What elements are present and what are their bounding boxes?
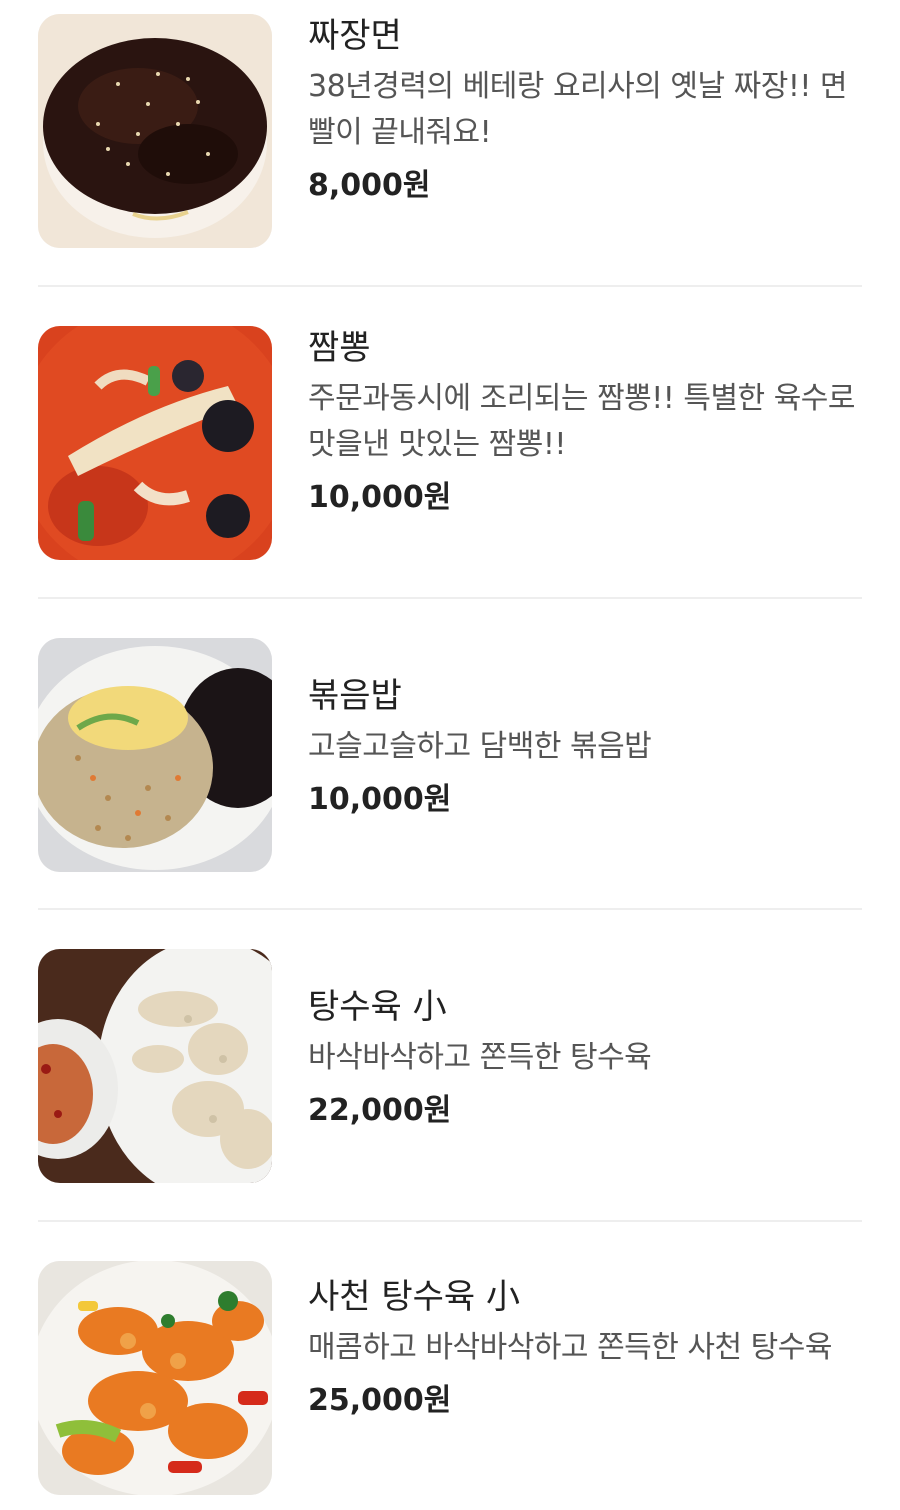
menu-info: 짬뽕 주문과동시에 조리되는 짬뽕!! 특별한 육수로 맛을낸 맛있는 짬뽕!!… (308, 326, 864, 518)
menu-info: 짜장면 38년경력의 베테랑 요리사의 옛날 짜장!! 면빨이 끝내줘요! 8,… (308, 14, 864, 206)
sichuan-tangsuyuk-photo (38, 1261, 272, 1495)
jjajangmyeon-photo (38, 14, 272, 248)
menu-info: 탕수육 小 바삭바삭하고 쫀득한 탕수육 22,000원 (308, 949, 864, 1131)
fried-rice-photo (38, 638, 272, 872)
menu-name: 짬뽕 (308, 328, 371, 368)
menu-item-sichuan-tangsuyuk[interactable]: 사천 탕수육 小 매콤하고 바삭바삭하고 쫀득한 사천 탕수육 25,000원 (38, 1261, 862, 1496)
divider (38, 597, 862, 599)
menu-item-tangsuyuk[interactable]: 탕수육 小 바삭바삭하고 쫀득한 탕수육 22,000원 (38, 949, 862, 1184)
menu-description: 고슬고슬하고 담백한 볶음밥 (308, 729, 652, 764)
menu-description: 매콤하고 바삭바삭하고 쫀득한 사천 탕수육 (308, 1330, 832, 1365)
menu-item-jjajangmyeon[interactable]: 짜장면 38년경력의 베테랑 요리사의 옛날 짜장!! 면빨이 끝내줘요! 8,… (38, 14, 862, 249)
menu-item-jjamppong[interactable]: 짬뽕 주문과동시에 조리되는 짬뽕!! 특별한 육수로 맛을낸 맛있는 짬뽕!!… (38, 326, 862, 561)
menu-name: 볶음밥 (308, 676, 402, 716)
divider (38, 1220, 862, 1222)
divider (38, 285, 862, 287)
menu-price: 10,000원 (308, 480, 452, 515)
divider (38, 908, 862, 910)
menu-price: 22,000원 (308, 1093, 452, 1128)
menu-name: 사천 탕수육 小 (308, 1277, 521, 1317)
jjamppong-photo (38, 326, 272, 560)
menu-name: 짜장면 (308, 16, 402, 56)
menu-item-fried-rice[interactable]: 볶음밥 고슬고슬하고 담백한 볶음밥 10,000원 (38, 638, 862, 873)
menu-price: 10,000원 (308, 782, 452, 817)
menu-info: 볶음밥 고슬고슬하고 담백한 볶음밥 10,000원 (308, 638, 864, 820)
menu-list: 짜장면 38년경력의 베테랑 요리사의 옛날 짜장!! 면빨이 끝내줘요! 8,… (0, 0, 900, 1510)
tangsuyuk-photo (38, 949, 272, 1183)
menu-description: 38년경력의 베테랑 요리사의 옛날 짜장!! 면빨이 끝내줘요! (308, 69, 848, 150)
menu-description: 바삭바삭하고 쫀득한 탕수육 (308, 1040, 652, 1075)
menu-name: 탕수육 小 (308, 987, 447, 1027)
menu-description: 주문과동시에 조리되는 짬뽕!! 특별한 육수로 맛을낸 맛있는 짬뽕!! (308, 381, 856, 462)
menu-price: 25,000원 (308, 1383, 452, 1418)
menu-info: 사천 탕수육 小 매콤하고 바삭바삭하고 쫀득한 사천 탕수육 25,000원 (308, 1261, 864, 1421)
menu-price: 8,000원 (308, 168, 431, 203)
